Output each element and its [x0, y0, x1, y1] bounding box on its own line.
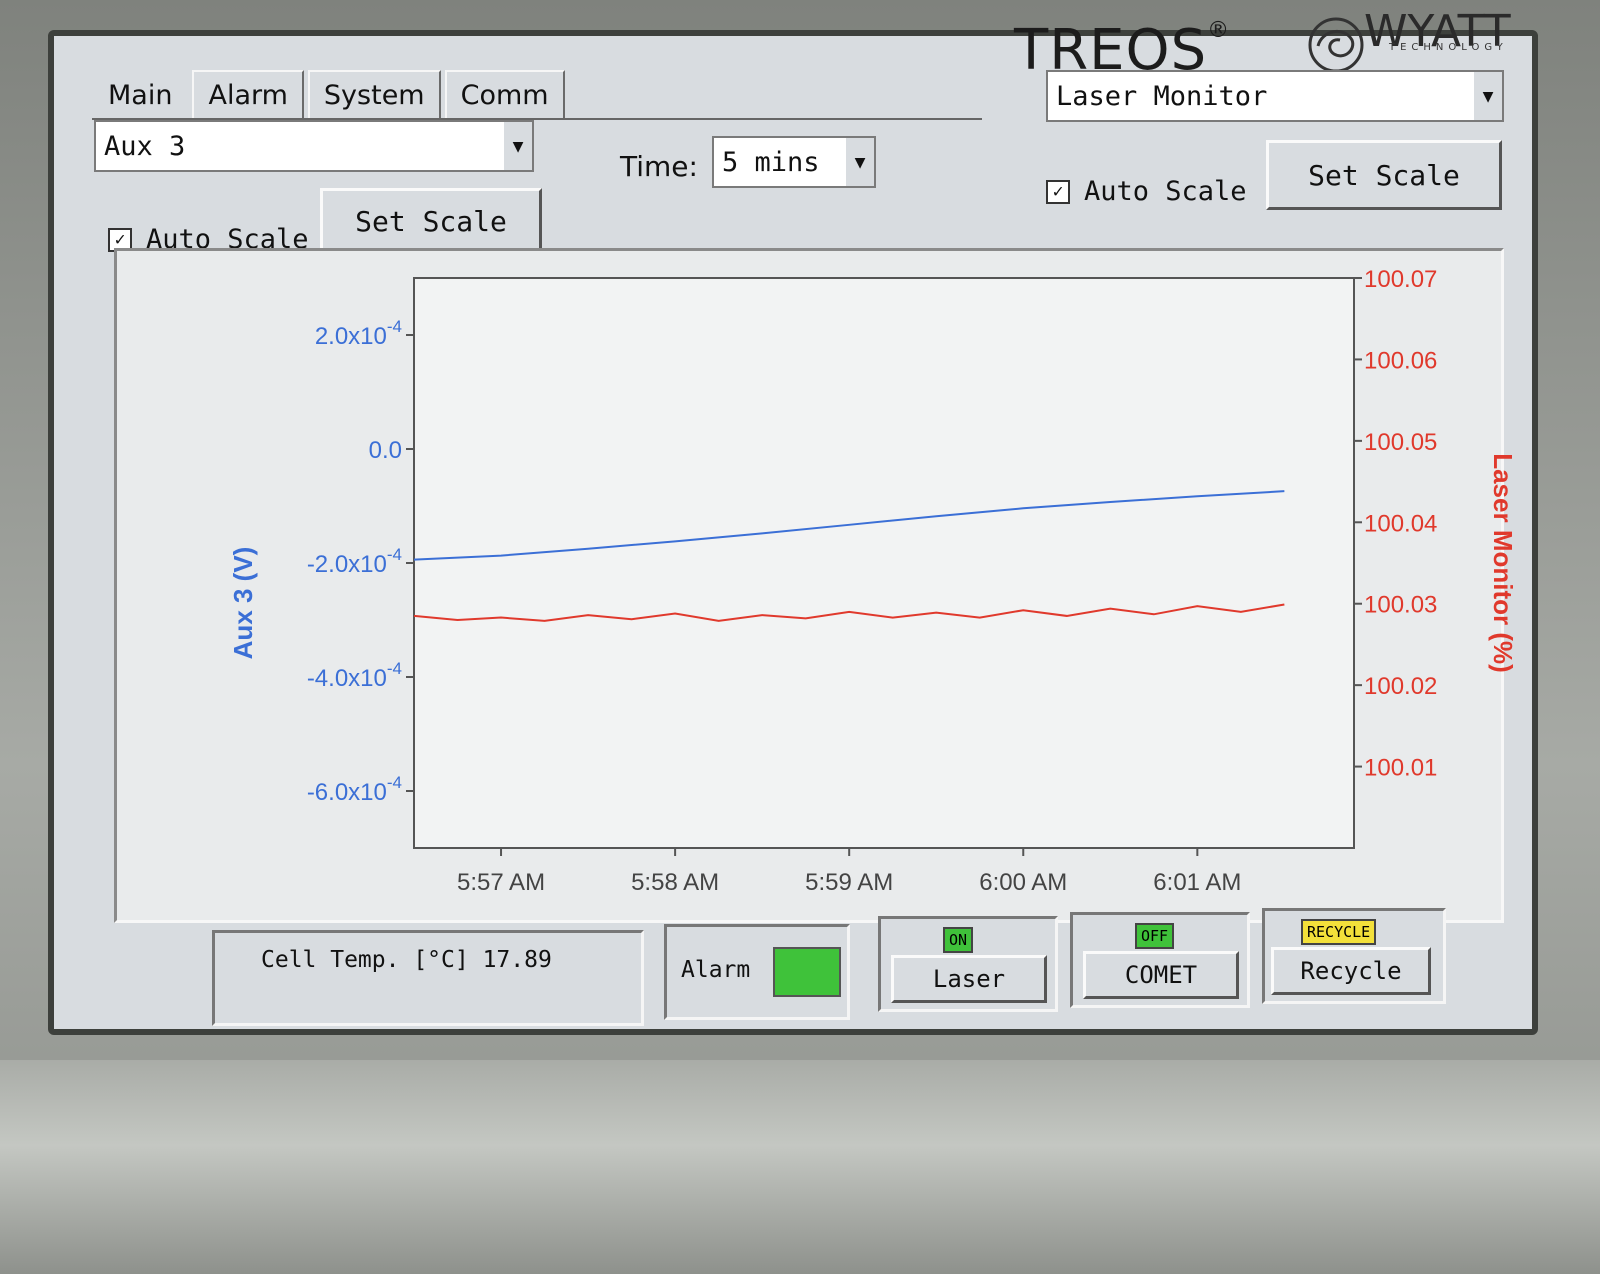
left-signal-value: Aux 3 — [104, 130, 186, 162]
alarm-label: Alarm — [681, 957, 751, 983]
chevron-down-icon[interactable]: ▼ — [502, 122, 532, 170]
comet-button[interactable]: COMET — [1083, 951, 1239, 999]
left-signal-select[interactable]: Aux 3 ▼ — [94, 120, 534, 172]
left-y-tick-label: 0.0 — [369, 437, 402, 464]
plot-area — [413, 277, 1355, 849]
right-y-tick-label: 100.06 — [1364, 347, 1437, 374]
recycle-button[interactable]: Recycle — [1271, 947, 1431, 995]
recycle-panel: RECYCLE Recycle — [1262, 908, 1446, 1004]
right-y-tick-label: 100.01 — [1364, 755, 1437, 782]
time-label: Time: — [620, 150, 698, 183]
right-signal-select[interactable]: Laser Monitor ▼ — [1046, 70, 1504, 122]
x-tick-label: 5:58 AM — [631, 869, 719, 896]
instrument-bezel-bottom — [0, 1060, 1600, 1274]
chevron-down-icon[interactable]: ▼ — [1472, 72, 1502, 120]
alarm-panel: Alarm — [664, 924, 850, 1020]
tab-main[interactable]: Main — [92, 70, 188, 119]
left-y-axis-label: Aux 3 (V) — [228, 547, 258, 660]
chevron-down-icon[interactable]: ▼ — [844, 138, 874, 186]
right-y-tick-label: 100.05 — [1364, 429, 1437, 456]
left-y-tick-label: -2.0x10-4 — [307, 545, 402, 578]
company-subtitle: TECHNOLOGY — [1389, 42, 1508, 53]
left-set-scale-button[interactable]: Set Scale — [320, 188, 542, 254]
right-y-tick-label: 100.02 — [1364, 673, 1437, 700]
right-y-tick-label: 100.04 — [1364, 510, 1437, 537]
x-tick-label: 6:00 AM — [979, 869, 1067, 896]
time-value: 5 mins — [722, 146, 820, 178]
comet-panel: OFF COMET — [1070, 912, 1250, 1008]
right-y-axis-label: Laser Monitor (%) — [1488, 453, 1518, 673]
comet-status-badge: OFF — [1135, 923, 1175, 949]
right-auto-scale-label: Auto Scale — [1084, 176, 1247, 207]
left-y-tick-label: -6.0x10-4 — [307, 773, 402, 806]
x-tick-label: 6:01 AM — [1153, 869, 1241, 896]
cell-temp-label: Cell Temp. [°C] — [261, 947, 469, 973]
cell-temp-panel: Cell Temp. [°C] 17.89 — [212, 930, 644, 1026]
wyatt-swirl-icon — [1308, 17, 1364, 73]
x-tick-label: 5:59 AM — [805, 869, 893, 896]
laser-button[interactable]: Laser — [891, 955, 1047, 1003]
alarm-indicator-light — [773, 947, 841, 997]
right-set-scale-button[interactable]: Set Scale — [1266, 140, 1502, 210]
tab-system[interactable]: System — [307, 70, 441, 119]
right-y-tick-label: 100.07 — [1364, 266, 1437, 293]
laser-panel: ON Laser — [878, 916, 1058, 1012]
right-y-tick-label: 100.03 — [1364, 592, 1437, 619]
tab-alarm[interactable]: Alarm — [192, 70, 304, 119]
left-y-tick-label: -4.0x10-4 — [307, 659, 402, 692]
right-auto-scale-checkbox[interactable]: ✓ Auto Scale — [1046, 176, 1247, 207]
tab-bar: Main Alarm System Comm — [92, 70, 569, 119]
left-y-tick-label: 2.0x10-4 — [315, 317, 402, 350]
time-select[interactable]: 5 mins ▼ — [712, 136, 876, 188]
right-signal-value: Laser Monitor — [1056, 80, 1268, 112]
tab-comm[interactable]: Comm — [444, 70, 565, 119]
recycle-status-badge: RECYCLE — [1301, 919, 1377, 945]
x-tick-label: 5:57 AM — [457, 869, 545, 896]
cell-temp-value: 17.89 — [482, 947, 552, 973]
laser-status-badge: ON — [943, 927, 974, 953]
checkbox-icon[interactable]: ✓ — [1046, 179, 1070, 204]
touch-screen: TREOS® WYATT TECHNOLOGY Main Alarm Syste… — [48, 6, 1538, 1035]
dual-axis-line-chart: 2.0x10-4 0.0 -2.0x10-4 -4.0x10-4 -6.0x10-4 10… — [228, 266, 1518, 896]
